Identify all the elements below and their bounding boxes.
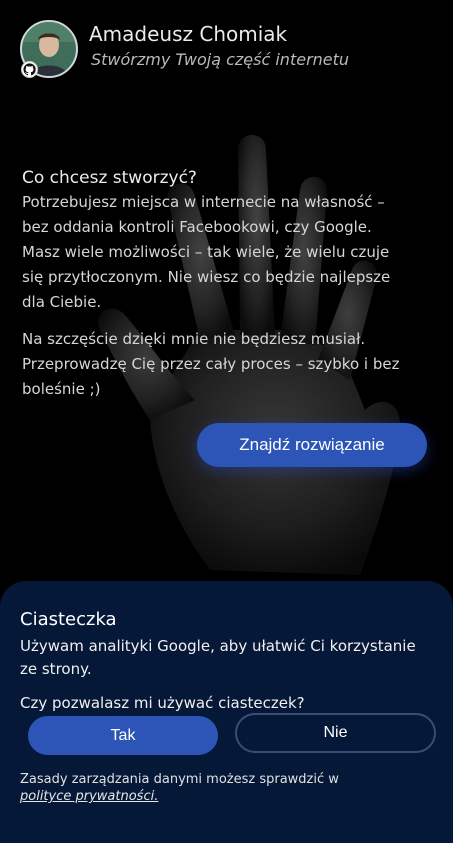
cookie-question: Czy pozwalasz mi używać ciasteczek? bbox=[20, 694, 305, 712]
github-icon[interactable] bbox=[21, 61, 38, 78]
privacy-footer-text: Zasady zarządzania danymi możesz sprawdz… bbox=[20, 772, 339, 787]
intro-paragraph-2: Na szczęście dzięki mnie nie będziesz mu… bbox=[22, 330, 400, 398]
intro-heading: Co chcesz stworzyć? bbox=[22, 168, 197, 188]
privacy-policy-link[interactable]: polityce prywatności. bbox=[20, 789, 158, 804]
cookie-banner: Ciasteczka Używam analityki Google, aby … bbox=[0, 581, 453, 843]
decline-cookies-button[interactable]: Nie bbox=[235, 713, 436, 753]
profile-header: Amadeusz Chomiak Stwórzmy Twoją część in… bbox=[20, 20, 433, 82]
cookie-title: Ciasteczka bbox=[20, 609, 117, 630]
tagline: Stwórzmy Twoją część internetu bbox=[91, 50, 350, 69]
cookie-description: Używam analityki Google, aby ułatwić Ci … bbox=[20, 637, 416, 678]
intro-paragraph-1: Potrzebujesz miejsca w internecie na wła… bbox=[22, 193, 391, 311]
accept-cookies-button[interactable]: Tak bbox=[28, 716, 218, 755]
intro-section: Co chcesz stworzyć? Potrzebujesz miejsca… bbox=[22, 168, 402, 402]
privacy-footer: Zasady zarządzania danymi możesz sprawdz… bbox=[20, 771, 430, 805]
find-solution-button[interactable]: Znajdź rozwiązanie bbox=[197, 423, 427, 467]
author-name: Amadeusz Chomiak bbox=[89, 22, 288, 46]
